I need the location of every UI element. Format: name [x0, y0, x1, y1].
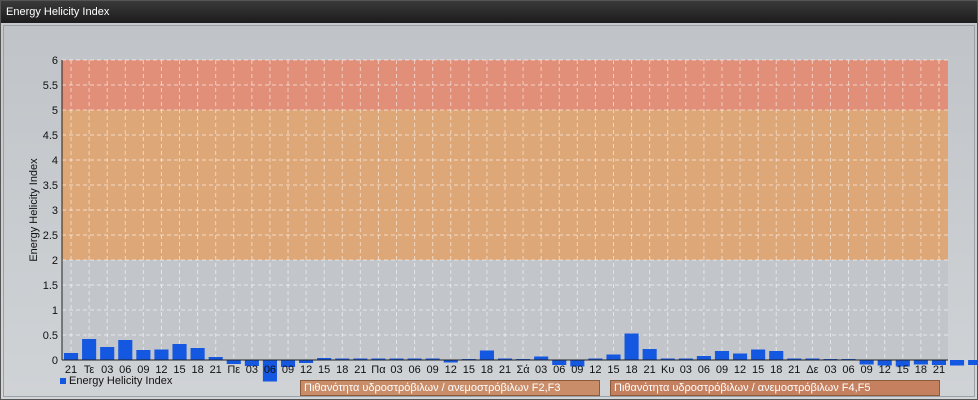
x-tick-label: 18 [770, 364, 782, 376]
y-tick-label: 1 [52, 305, 58, 317]
x-tick-label: 21 [210, 364, 222, 376]
x-tick-label: 15 [463, 364, 475, 376]
y-tick-label: 0.5 [43, 330, 58, 342]
x-tick-label: Πε [227, 364, 240, 376]
x-tick-label: 03 [680, 364, 692, 376]
x-tick-label: 21 [933, 364, 945, 376]
x-tick-label: Σά [516, 364, 530, 376]
x-tick-label: 15 [318, 364, 330, 376]
x-tick-label: 12 [734, 364, 746, 376]
x-tick-label: 03 [535, 364, 547, 376]
y-tick-label: 4 [52, 155, 58, 167]
bar [968, 360, 978, 365]
y-tick-label: 1.5 [43, 280, 58, 292]
bar [751, 349, 766, 360]
x-tick-label: 21 [788, 364, 800, 376]
bar [696, 356, 711, 360]
bar [714, 351, 730, 360]
bar [63, 353, 79, 360]
x-tick-label: 21 [644, 364, 656, 376]
y-tick-label: 5.5 [43, 80, 58, 92]
chart-legend: Energy Helicity Index [60, 375, 172, 387]
x-tick-label: 06 [842, 364, 854, 376]
x-tick-label: 15 [607, 364, 619, 376]
y-tick-label: 6 [52, 55, 58, 67]
x-tick-label: Δε [806, 364, 818, 376]
x-tick-label: 06 [264, 364, 276, 376]
y-tick-label: 2.5 [43, 230, 58, 242]
x-tick-label: 18 [481, 364, 493, 376]
chart-svg: 00.511.522.533.544.555.5621 Τε 03 06 09 12 15 1… [28, 55, 978, 382]
legend-label: Energy Helicity Index [69, 375, 173, 387]
x-tick-label: 21 [354, 364, 366, 376]
bar [118, 340, 133, 360]
x-tick-label: 15 [897, 364, 909, 376]
band-label-f4f5: Πιθανότητα υδροστρόβιλων / ανεμοστρόβιλω… [610, 380, 940, 396]
x-tick-label: Κυ [661, 364, 674, 376]
x-tick-label: 15 [173, 364, 185, 376]
x-tick-label: 06 [408, 364, 420, 376]
x-tick-label: 06 [698, 364, 710, 376]
x-tick-label: 18 [191, 364, 203, 376]
bar [534, 356, 549, 360]
x-tick-label: 03 [390, 364, 402, 376]
bar [172, 344, 187, 360]
x-tick-label: 18 [625, 364, 637, 376]
bar [624, 333, 639, 360]
bar [479, 350, 494, 360]
bar [82, 339, 97, 360]
bar [642, 349, 657, 360]
band-label-f2f3: Πιθανότητα υδροστρόβιλων / ανεμοστρόβιλω… [300, 380, 600, 396]
x-tick-label: 21 [499, 364, 511, 376]
x-tick-label: 09 [571, 364, 583, 376]
x-tick-label: 06 [553, 364, 565, 376]
x-tick-label: 12 [445, 364, 457, 376]
y-axis-title: Energy Helicity Index [28, 158, 40, 262]
bar [769, 351, 784, 360]
x-tick-label: 09 [716, 364, 728, 376]
y-tick-label: 3 [52, 205, 58, 217]
x-tick-label: 18 [915, 364, 927, 376]
bar [733, 353, 748, 360]
x-tick-label: 09 [282, 364, 294, 376]
x-tick-label: 03 [246, 364, 258, 376]
x-tick-label: 09 [861, 364, 873, 376]
y-tick-label: 2 [52, 255, 58, 267]
bar [190, 348, 205, 360]
x-tick-label: 15 [752, 364, 764, 376]
y-tick-label: 5 [52, 105, 58, 117]
x-tick-label: 03 [824, 364, 836, 376]
y-tick-label: 4.5 [43, 130, 58, 142]
bar [949, 360, 965, 366]
x-tick-label: Πα [371, 364, 386, 376]
bar [136, 350, 151, 360]
legend-swatch [60, 378, 66, 385]
x-tick-label: 12 [879, 364, 891, 376]
x-tick-label: 12 [300, 364, 312, 376]
bar [100, 347, 115, 360]
bar [154, 349, 169, 360]
y-tick-label: 0 [52, 355, 58, 367]
y-tick-label: 3.5 [43, 180, 58, 192]
x-tick-label: 09 [427, 364, 439, 376]
x-tick-label: 18 [336, 364, 348, 376]
x-tick-label: 12 [589, 364, 601, 376]
bar [606, 354, 621, 360]
